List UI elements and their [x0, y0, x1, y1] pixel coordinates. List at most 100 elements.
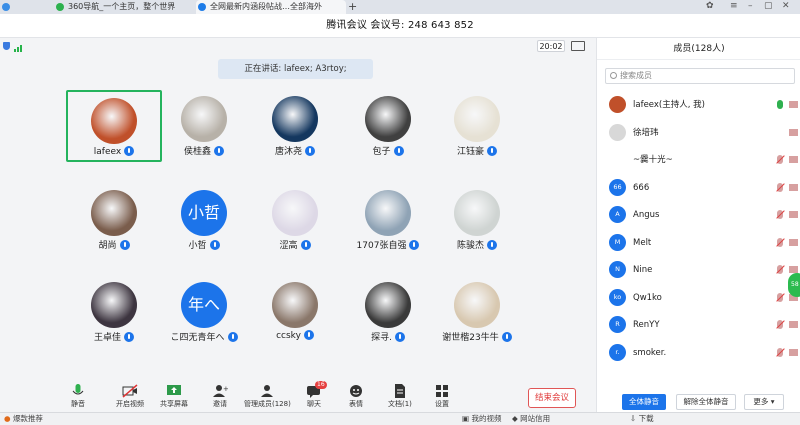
- mic-muted-icon[interactable]: [777, 237, 783, 247]
- participant-avatar: 年へ: [181, 282, 227, 328]
- member-avatar: 66: [609, 178, 626, 196]
- member-row[interactable]: N Nine: [597, 257, 800, 283]
- camera-off-icon[interactable]: [789, 348, 798, 356]
- maximize-icon[interactable]: ▢: [764, 1, 773, 11]
- participant-tile[interactable]: 侯桂鑫: [156, 90, 252, 162]
- camera-off-icon[interactable]: [789, 238, 798, 246]
- panel-actions: 全体静音 解除全体静音 更多 ▾: [597, 394, 800, 412]
- member-name: Qw1ko: [633, 292, 662, 303]
- status-item-download[interactable]: ⇩ 下载: [630, 413, 654, 425]
- participant-tile[interactable]: 胡尚: [66, 184, 162, 256]
- mic-muted-icon[interactable]: [777, 155, 783, 164]
- invite-button[interactable]: + 邀请: [212, 384, 229, 409]
- participant-tile[interactable]: 江钰豪: [429, 90, 525, 162]
- participant-tile[interactable]: 探寻.: [340, 276, 436, 348]
- chat-button[interactable]: 16 聊天: [306, 381, 327, 409]
- reactions-button[interactable]: 表情: [348, 384, 364, 409]
- participant-tile[interactable]: 陈骏杰: [429, 184, 525, 256]
- member-search-input[interactable]: 搜索成员: [605, 68, 795, 84]
- network-signal-icon[interactable]: [14, 42, 23, 52]
- participant-name: 侯桂鑫: [183, 147, 211, 157]
- member-row[interactable]: M Melt: [597, 230, 800, 256]
- floating-status-badge[interactable]: 58: [788, 273, 800, 297]
- unmute-all-button[interactable]: 解除全体静音: [676, 394, 736, 410]
- close-icon[interactable]: ✕: [782, 1, 790, 11]
- member-row[interactable]: A Angus: [597, 202, 800, 228]
- camera-off-icon[interactable]: [789, 101, 798, 108]
- mic-on-icon[interactable]: [777, 100, 783, 109]
- participant-avatar: [181, 96, 227, 142]
- settings-button[interactable]: 设置: [434, 384, 450, 409]
- member-row[interactable]: lafeex(主持人, 我): [597, 92, 800, 118]
- participant-tile[interactable]: 1707张自强: [340, 184, 436, 256]
- mic-muted-icon[interactable]: [777, 292, 783, 302]
- mute-button[interactable]: 静音: [70, 384, 86, 409]
- participant-tile[interactable]: 王卓佳: [66, 276, 162, 348]
- more-button[interactable]: 更多 ▾: [744, 394, 784, 410]
- participant-avatar: [91, 190, 137, 236]
- member-row[interactable]: 徐培玮: [597, 120, 800, 146]
- participant-name-row: 王卓佳: [66, 330, 162, 343]
- mic-muted-icon[interactable]: [777, 182, 783, 192]
- mic-status-icon: [501, 332, 512, 342]
- participant-tile[interactable]: 包子: [340, 90, 436, 162]
- participant-tile[interactable]: 年へ こ四无青年へ: [156, 276, 252, 348]
- mic-muted-icon[interactable]: [777, 320, 783, 329]
- browser-tab[interactable]: [0, 0, 22, 14]
- member-row[interactable]: r. smoker.: [597, 340, 800, 366]
- camera-off-icon[interactable]: [789, 128, 798, 136]
- fire-icon: ●: [4, 414, 11, 423]
- menu-icon[interactable]: ≡: [730, 1, 738, 11]
- camera-off-icon[interactable]: [789, 266, 798, 273]
- start-video-button[interactable]: 开启视频: [116, 384, 144, 409]
- share-screen-button[interactable]: 共享屏幕: [160, 384, 188, 409]
- layout-switch-icon[interactable]: [571, 41, 585, 51]
- browser-logo-icon: [2, 3, 10, 11]
- participant-name: 包子: [372, 147, 391, 157]
- member-row[interactable]: 66 666: [597, 175, 800, 201]
- new-tab-button[interactable]: +: [348, 0, 357, 13]
- participant-name: 唐沐尧: [274, 147, 302, 157]
- participant-tile[interactable]: lafeex: [66, 90, 162, 162]
- end-meeting-button[interactable]: 结束会议: [528, 388, 576, 408]
- participant-tile[interactable]: 唐沐尧: [247, 90, 343, 162]
- documents-button[interactable]: 文档(1): [388, 384, 412, 409]
- participant-tile[interactable]: ccsky: [247, 276, 343, 348]
- shirt-icon[interactable]: ✿: [706, 1, 714, 11]
- mic-muted-icon[interactable]: [777, 265, 783, 274]
- member-row[interactable]: R RenYY: [597, 312, 800, 338]
- mic-muted-icon[interactable]: [777, 210, 783, 219]
- browser-tab[interactable]: 360导航_一个主页，整个世界: [54, 0, 194, 14]
- status-item-credit[interactable]: ◆ 网站信用: [512, 413, 550, 425]
- participant-avatar: [454, 96, 500, 142]
- browser-tab-active[interactable]: 全网最新内涵段帖战…全部海外: [196, 0, 346, 14]
- camera-off-icon[interactable]: [789, 156, 798, 163]
- security-shield-icon[interactable]: [3, 42, 10, 50]
- participant-tile[interactable]: 谢世楷23牛牛: [429, 276, 525, 348]
- participant-name: 江钰豪: [456, 147, 484, 157]
- document-icon: [392, 384, 408, 398]
- participant-avatar: [272, 190, 318, 236]
- meeting-toolbar: 静音 开启视频 共享屏幕 + 邀请 管理成员(128) 16 聊天 表情 文档(…: [0, 381, 596, 412]
- status-item-video[interactable]: ▣ 我的视频: [462, 413, 501, 425]
- camera-off-icon: [122, 384, 138, 398]
- participant-name: 王卓佳: [93, 333, 121, 343]
- mic-status-icon: [124, 146, 135, 156]
- manage-members-button[interactable]: 管理成员(128): [244, 384, 291, 409]
- member-row[interactable]: ~爨十光~: [597, 147, 800, 173]
- camera-off-icon[interactable]: [789, 321, 798, 328]
- camera-off-icon[interactable]: [789, 211, 798, 218]
- participant-name: 谢世楷23牛牛: [442, 333, 499, 343]
- minimize-icon[interactable]: –: [748, 1, 753, 11]
- participant-tile[interactable]: 涩高: [247, 184, 343, 256]
- mute-all-button[interactable]: 全体静音: [622, 394, 666, 410]
- mic-muted-icon[interactable]: [777, 347, 783, 357]
- hot-recommend-link[interactable]: ● 爆款推荐: [4, 413, 43, 425]
- member-row[interactable]: ko Qw1ko: [597, 285, 800, 311]
- participant-name: 1707张自强: [356, 241, 407, 251]
- participant-tile[interactable]: 小哲 小哲: [156, 184, 252, 256]
- camera-off-icon[interactable]: [789, 183, 798, 191]
- members-panel-title: 成员(128人): [597, 38, 800, 60]
- mic-status-icon: [303, 330, 314, 340]
- participant-name: 陈骏杰: [456, 241, 484, 251]
